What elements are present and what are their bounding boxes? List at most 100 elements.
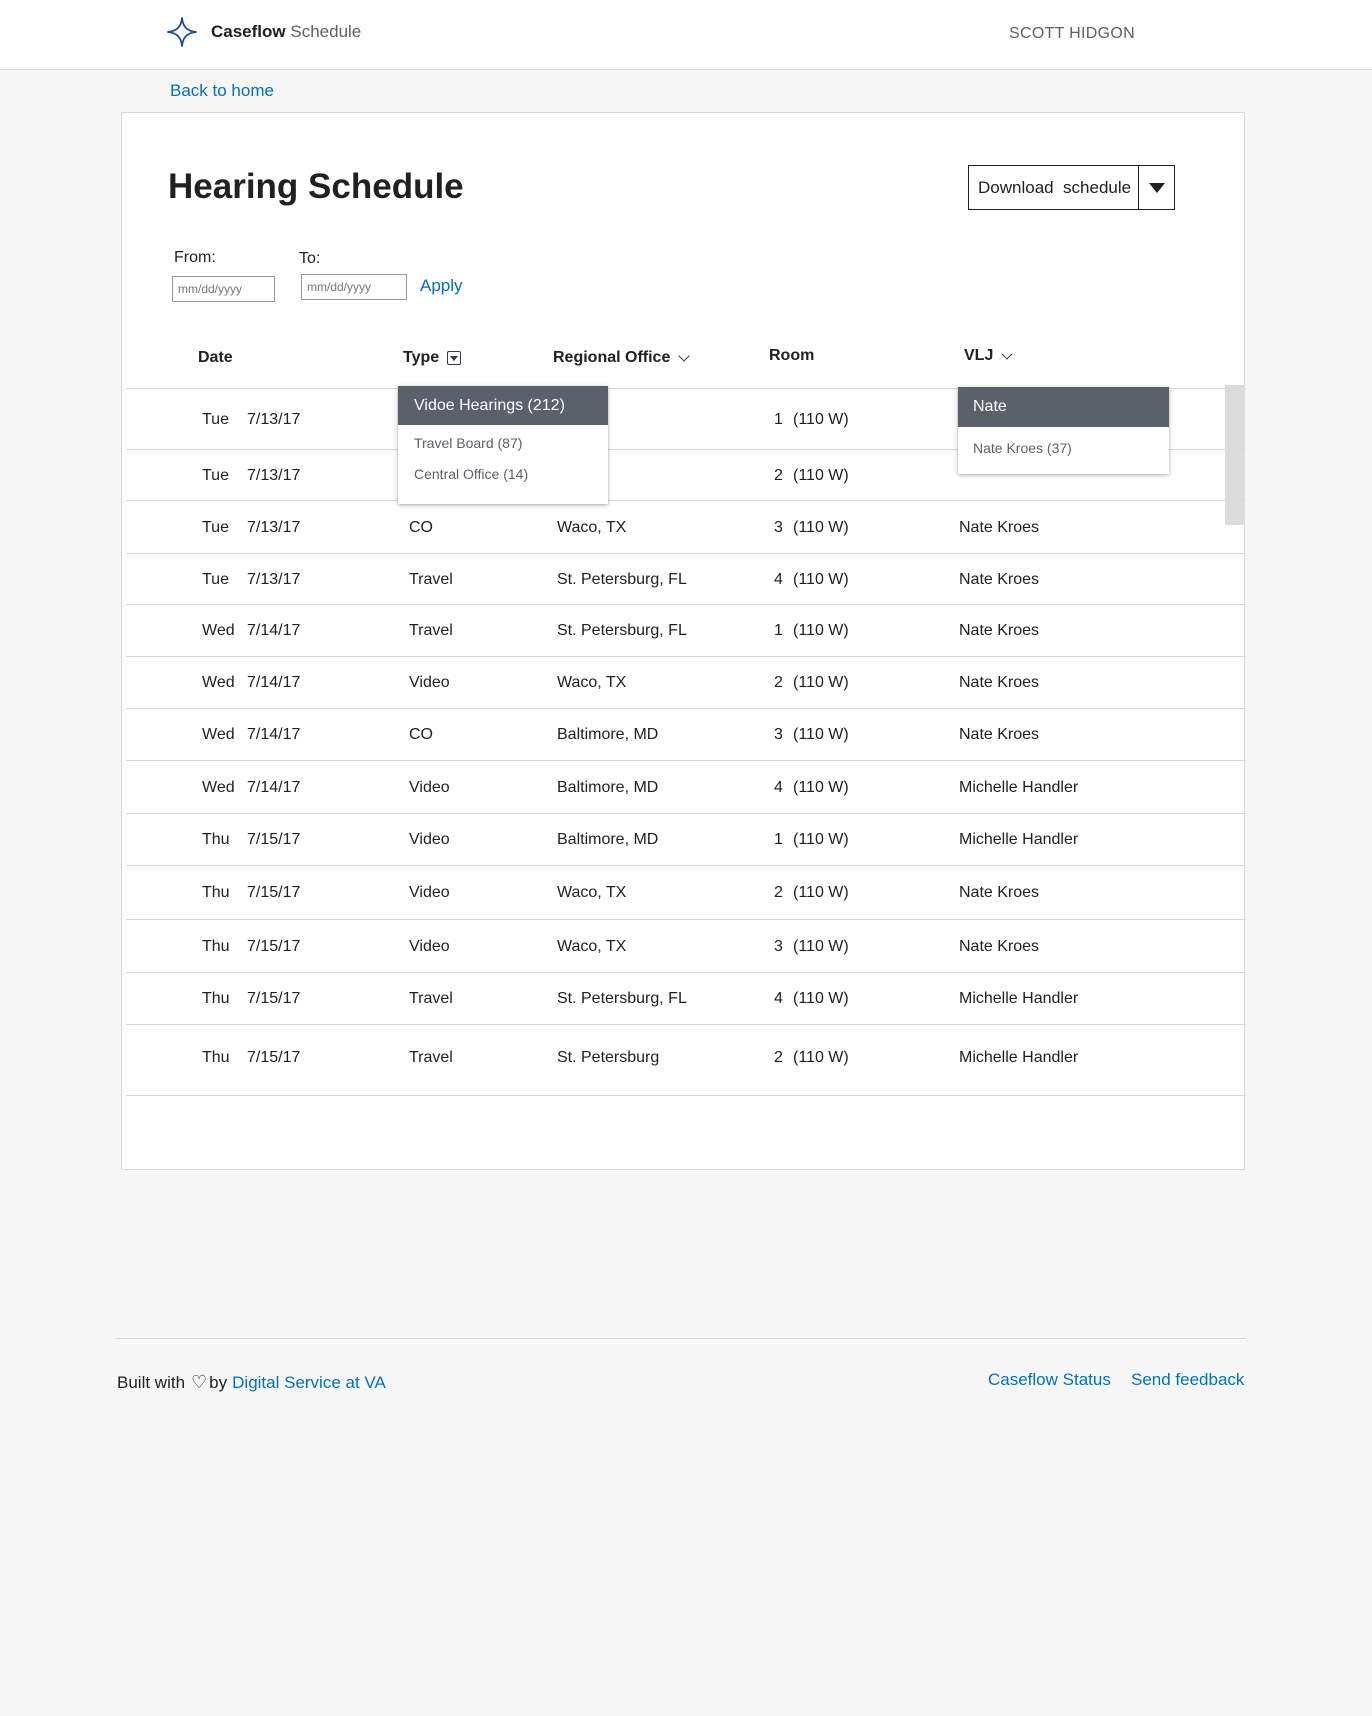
built-with-text: Built with (117, 1372, 186, 1392)
cell-type: Travel (409, 990, 453, 1007)
digital-service-link[interactable]: Digital Service at VA (232, 1373, 386, 1393)
cell-room-capacity: (110 W) (793, 779, 849, 796)
cell-office: St. Petersburg (557, 1049, 660, 1066)
column-header-date[interactable]: Date (198, 349, 233, 367)
table-row[interactable]: Tue 7/13/17 Travel St. Petersburg, FL 4 (110 … (126, 553, 1246, 604)
cell-date: 7/15/17 (247, 884, 301, 901)
cell-type: CO (409, 519, 433, 536)
table-bottom-divider (126, 1095, 1246, 1096)
cell-date: 7/13/17 (247, 571, 301, 588)
table-row[interactable]: Thu 7/15/17 Video Waco, TX 2 (110 W) Nate Kroe… (126, 865, 1246, 919)
chevron-down-icon[interactable] (1001, 348, 1014, 360)
table-scrollbar[interactable] (1225, 385, 1245, 525)
cell-vlj: Michelle Handler (959, 779, 1079, 796)
cell-room-capacity: (110 W) (793, 884, 849, 901)
cell-room-capacity: (110 W) (793, 411, 849, 428)
cell-vlj: Nate Kroes (959, 726, 1040, 743)
cell-type: Travel (409, 622, 453, 639)
cell-day: Thu (202, 831, 230, 848)
cell-day: Thu (202, 938, 230, 955)
cell-room-number: 3 (774, 519, 783, 536)
cell-office: Waco, TX (557, 938, 627, 955)
cell-room-number: 4 (774, 990, 783, 1007)
cell-type: Video (409, 831, 450, 848)
cell-day: Tue (202, 519, 229, 536)
cell-room-capacity: (110 W) (793, 831, 849, 848)
brand-name: Caseflow (211, 22, 286, 41)
column-header-room[interactable]: Room (769, 347, 814, 365)
column-header-room-label: Room (769, 347, 815, 364)
cell-room-capacity: (110 W) (793, 571, 849, 588)
vlj-option-nate-kroes[interactable]: Nate Kroes (37) (958, 427, 1169, 469)
column-header-type[interactable]: Type (403, 349, 462, 367)
cell-date: 7/14/17 (247, 726, 301, 743)
cell-type: Video (409, 674, 450, 691)
column-header-office-label: Regional Office (553, 349, 671, 366)
cell-date: 7/13/17 (247, 467, 301, 484)
column-header-vlj-label: VLJ (964, 347, 994, 364)
table-row[interactable]: Thu 7/15/17 Travel St. Petersburg 2 (110 W) Mi… (126, 1024, 1246, 1090)
table-row[interactable]: Thu 7/15/17 Travel St. Petersburg, FL 4 (110 … (126, 972, 1246, 1024)
table-row[interactable]: Wed 7/14/17 CO Baltimore, MD 3 (110 W) Nate Kr… (126, 708, 1246, 760)
user-menu[interactable]: SCOTT HIDGON (1009, 25, 1135, 43)
cell-day: Wed (202, 674, 235, 691)
cell-vlj: Nate Kroes (959, 938, 1040, 955)
download-schedule-button[interactable]: Download schedule (968, 165, 1175, 210)
table-row[interactable]: Wed 7/14/17 Video Baltimore, MD 4 (110 W) Mich… (126, 760, 1246, 813)
type-option-selected[interactable]: Vidoe Hearings (212) (398, 386, 608, 425)
cell-room-capacity: (110 W) (793, 938, 849, 955)
table-row[interactable]: Thu 7/15/17 Video Baltimore, MD 1 (110 W) Mich… (126, 813, 1246, 865)
cell-date: 7/13/17 (247, 411, 301, 428)
heart-icon: ♡ (191, 1372, 208, 1392)
footer-divider (116, 1338, 1246, 1339)
to-date-input[interactable] (301, 274, 407, 300)
cell-date: 7/15/17 (247, 1049, 301, 1066)
filter-icon[interactable] (447, 351, 462, 365)
cell-room-capacity: (110 W) (793, 519, 849, 536)
apply-button[interactable]: Apply (420, 276, 463, 296)
cell-vlj: Nate Kroes (959, 571, 1040, 588)
type-filter-dropdown: Vidoe Hearings (212) Travel Board (87) C… (398, 386, 608, 504)
cell-type: Travel (409, 1049, 453, 1066)
by-text: by (209, 1372, 228, 1392)
type-option-central-office[interactable]: Central Office (14) (398, 458, 608, 489)
send-feedback-link[interactable]: Send feedback (1131, 1370, 1244, 1390)
caseflow-status-link[interactable]: Caseflow Status (988, 1370, 1111, 1390)
table-row[interactable]: Wed 7/14/17 Video Waco, TX 2 (110 W) Nate Kroe… (126, 656, 1246, 708)
schedule-card: Hearing Schedule Download schedule From:… (121, 112, 1246, 1170)
cell-vlj: Nate Kroes (959, 519, 1040, 536)
type-option-travel-board[interactable]: Travel Board (87) (398, 427, 608, 458)
chevron-down-icon[interactable] (678, 350, 691, 362)
cell-type: Video (409, 938, 450, 955)
column-header-regional-office[interactable]: Regional Office (553, 349, 691, 367)
cell-date: 7/14/17 (247, 622, 301, 639)
caseflow-logo-icon[interactable] (166, 16, 198, 48)
cell-office: St. Petersburg, FL (557, 571, 687, 588)
cell-room-number: 2 (774, 467, 783, 484)
cell-room-number: 2 (774, 1049, 783, 1066)
cell-office: Waco, TX (557, 519, 627, 536)
top-nav-bar: Caseflow Schedule SCOTT HIDGON (0, 0, 1372, 70)
cell-office: Baltimore, MD (557, 779, 659, 796)
table-row[interactable]: Thu 7/15/17 Video Waco, TX 3 (110 W) Nate Kroe… (126, 919, 1246, 972)
cell-office: St. Petersburg, FL (557, 990, 687, 1007)
table-row[interactable]: Wed 7/14/17 Travel St. Petersburg, FL 1 (110 … (126, 604, 1246, 656)
cell-type: CO (409, 726, 433, 743)
cell-office: St. Petersburg, FL (557, 622, 687, 639)
cell-vlj: Nate Kroes (959, 674, 1040, 691)
cell-day: Tue (202, 571, 229, 588)
cell-office: Waco, TX (557, 884, 627, 901)
footer-credit: Built with ♡ by Digital Service at VA (117, 1372, 386, 1393)
cell-day: Thu (202, 990, 230, 1007)
to-label: To: (299, 250, 321, 267)
from-date-input[interactable] (172, 276, 275, 302)
cell-room-capacity: (110 W) (793, 622, 849, 639)
column-header-vlj[interactable]: VLJ (964, 347, 1014, 365)
back-to-home-link[interactable]: Back to home (170, 81, 274, 101)
cell-day: Thu (202, 1049, 230, 1066)
app-brand[interactable]: Caseflow Schedule (211, 22, 361, 42)
download-options-toggle[interactable] (1138, 166, 1174, 209)
cell-room-number: 1 (774, 622, 783, 639)
table-row[interactable]: Tue 7/13/17 CO Waco, TX 3 (110 W) Nate Kroes (126, 500, 1246, 553)
vlj-option-selected[interactable]: Nate (958, 387, 1169, 427)
